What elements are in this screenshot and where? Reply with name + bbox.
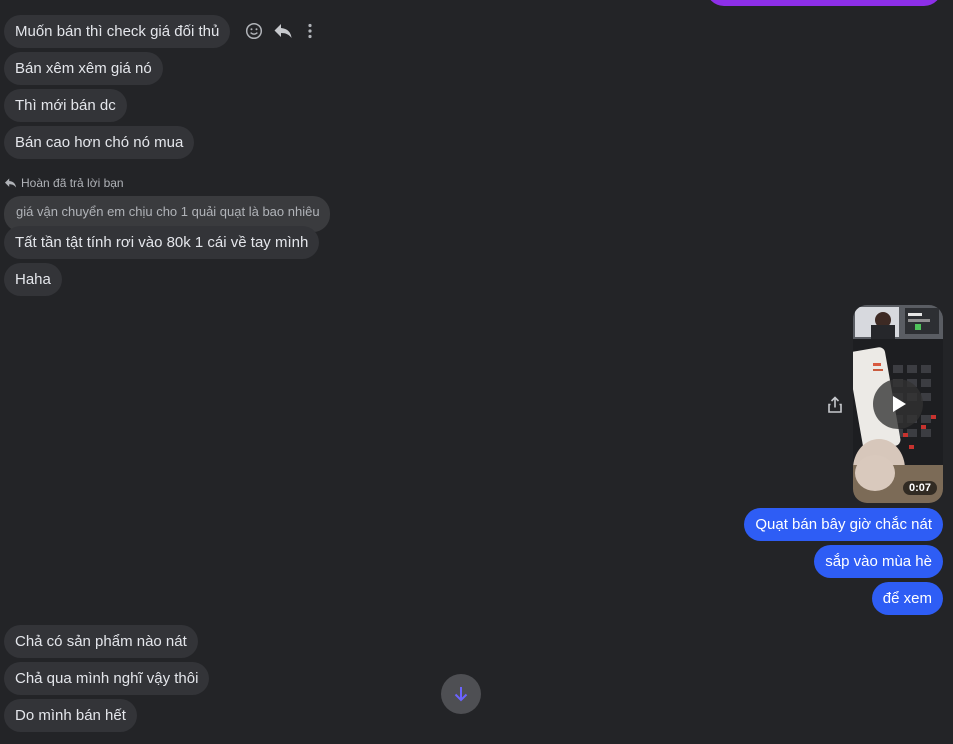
incoming-message[interactable]: Thì mới bán dc: [4, 89, 127, 122]
outgoing-message[interactable]: sắp vào mùa hè: [814, 545, 943, 578]
incoming-message[interactable]: Chả qua mình nghĩ vậy thôi: [4, 662, 210, 695]
reply-indicator-text: Hoàn đã trả lời bạn: [21, 176, 124, 190]
react-button[interactable]: [243, 20, 265, 42]
outgoing-message[interactable]: để xem: [871, 582, 943, 615]
reply-indicator: Hoàn đã trả lời bạn: [4, 176, 124, 190]
scroll-to-bottom-button[interactable]: [441, 674, 481, 714]
incoming-message[interactable]: Do mình bán hết: [4, 699, 137, 732]
incoming-message[interactable]: Muốn bán thì check giá đối thủ: [4, 15, 231, 48]
incoming-message[interactable]: Bán xêm xêm giá nó: [4, 52, 163, 85]
smile-icon: [245, 22, 263, 40]
play-icon: [893, 396, 906, 412]
arrow-down-icon: [454, 687, 468, 702]
more-options-button[interactable]: [299, 20, 321, 42]
reply-icon: [274, 24, 292, 38]
incoming-message[interactable]: Tất tần tật tính rơi vào 80k 1 cái về ta…: [4, 226, 320, 259]
share-button[interactable]: [825, 395, 845, 415]
share-icon: [828, 396, 842, 413]
video-message[interactable]: 0:07: [853, 305, 943, 503]
more-options-icon: [308, 23, 312, 39]
previous-outgoing-message-edge: [706, 0, 942, 6]
incoming-message[interactable]: Chả có sản phẩm nào nát: [4, 625, 198, 658]
outgoing-message[interactable]: Quạt bán bây giờ chắc nát: [744, 508, 943, 541]
incoming-message[interactable]: Bán cao hơn chó nó mua: [4, 126, 195, 159]
play-button[interactable]: [873, 379, 923, 429]
video-duration: 0:07: [902, 481, 937, 495]
reply-icon: [4, 178, 17, 188]
incoming-message[interactable]: Haha: [4, 263, 62, 296]
reply-button[interactable]: [272, 20, 294, 42]
